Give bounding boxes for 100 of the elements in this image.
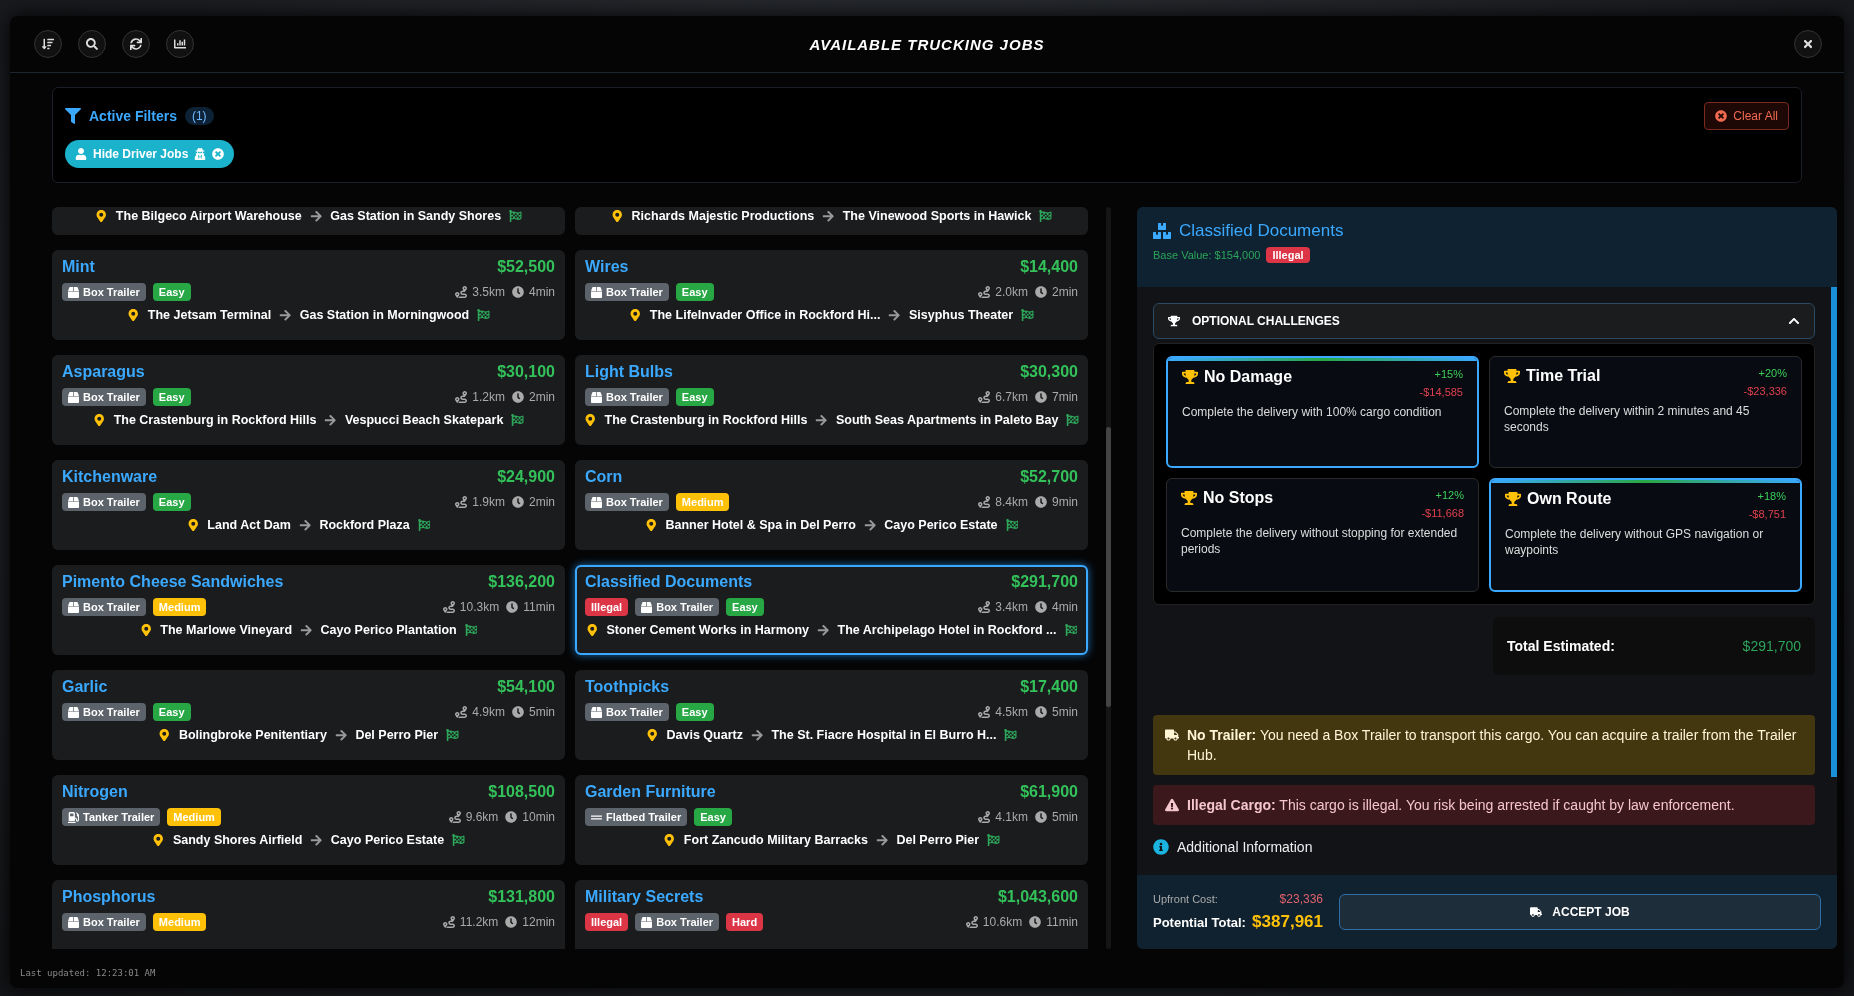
distance: 6.7km — [995, 390, 1028, 404]
job-card[interactable]: Garden Furniture $61,900 Flatbed Trailer Easy 4.1km 5min Fort Zancudo Military Barracks Del Perro Pier — [575, 775, 1088, 865]
job-tag: Box Trailer — [62, 283, 146, 301]
job-name: Garlic — [62, 678, 108, 696]
job-card[interactable]: Military Secrets $1,043,600 Illegal Box Trailer Hard 10.6km 11min — [575, 880, 1088, 949]
job-card[interactable]: Light Bulbs $30,300 Box Trailer Easy 6.7km 7min The Crastenburg in Rockford Hills South Seas Apartments in Paleto Bay — [575, 355, 1088, 445]
job-tag: Easy — [694, 808, 732, 826]
illegal-badge: Illegal — [1266, 247, 1310, 263]
job-price: $291,700 — [1011, 573, 1078, 591]
job-price: $52,500 — [497, 258, 555, 276]
pickup-location: Stoner Cement Works in Harmony — [606, 623, 810, 637]
job-tag: Box Trailer — [62, 388, 146, 406]
job-card[interactable]: Phosphorus $131,800 Box Trailer Medium 11.2km 12min — [52, 880, 565, 949]
potential-label: Potential Total: — [1153, 914, 1246, 930]
job-name: Light Bulbs — [585, 363, 673, 381]
duration: 4min — [1052, 600, 1078, 614]
challenge-card[interactable]: Own Route +18% -$8,751 Complete the delivery without GPS navigation or waypoints — [1489, 478, 1802, 592]
challenges-header[interactable]: OPTIONAL CHALLENGES — [1153, 303, 1815, 339]
last-updated: Last updated: 12:23:01 AM — [20, 968, 156, 978]
pickup-location: The Jetsam Terminal — [147, 308, 272, 322]
job-tag: Box Trailer — [62, 598, 146, 616]
distance: 4.5km — [995, 705, 1028, 719]
pickup-location: The LifeInvader Office in Rockford Hi... — [649, 308, 881, 322]
job-card[interactable]: Corn $52,700 Box Trailer Medium 8.4km 9min Banner Hotel & Spa in Del Perro Cayo Perico Estate — [575, 460, 1088, 550]
job-price: $14,400 — [1020, 258, 1078, 276]
duration: 7min — [1052, 390, 1078, 404]
upfront-label: Upfront Cost: — [1153, 893, 1218, 905]
job-price: $30,100 — [497, 363, 555, 381]
job-tag: Tanker Trailer — [62, 808, 161, 826]
job-tag: Easy — [152, 283, 191, 301]
distance: 8.4km — [995, 495, 1028, 509]
job-card[interactable]: Wires $14,400 Box Trailer Easy 2.0km 2min The LifeInvader Office in Rockford Hi... Sisyphus Theater — [575, 250, 1088, 340]
upfront-value: $23,336 — [1279, 892, 1323, 906]
challenge-name: No Damage — [1204, 368, 1293, 386]
pickup-location: Bolingbroke Penitentiary — [178, 728, 327, 742]
delivery-location: Cayo Perico Estate — [884, 518, 998, 532]
filters-label: Active Filters — [89, 108, 177, 124]
pickup-location: The Crastenburg in Rockford Hills — [604, 413, 808, 427]
job-tag: Box Trailer — [62, 493, 146, 511]
job-tag: Easy — [726, 598, 764, 616]
job-card[interactable]: Classified Documents $291,700 Illegal Box Trailer Easy 3.4km 4min Stoner Cement Works in Harmony The Archipelago Hotel in Rockford ... — [575, 565, 1088, 655]
job-tag: Box Trailer — [585, 493, 669, 511]
distance: 11.2km — [459, 915, 499, 929]
job-tag: Easy — [152, 703, 191, 721]
pickup-location: Davis Quartz — [666, 728, 743, 742]
job-tag: Easy — [675, 703, 714, 721]
challenge-card[interactable]: No Stops +12% -$11,668 Complete the delivery without stopping for extended periods — [1166, 478, 1479, 592]
job-card[interactable]: Pimento Cheese Sandwiches $136,200 Box Trailer Medium 10.3km 11min The Marlowe Vineyard Cayo Perico Plantation — [52, 565, 565, 655]
distance: 9.6km — [465, 810, 499, 824]
distance: 10.3km — [459, 600, 500, 614]
job-card[interactable]: Garlic $54,100 Box Trailer Easy 4.9km 5min Bolingbroke Penitentiary Del Perro Pier — [52, 670, 565, 760]
job-tag: Box Trailer — [635, 598, 720, 616]
job-tag: Box Trailer — [585, 388, 669, 406]
challenge-name: Own Route — [1527, 490, 1612, 508]
delivery-location: Del Perro Pier — [896, 833, 980, 847]
distance: 4.1km — [995, 810, 1028, 824]
job-card[interactable]: Kitchenware $24,900 Box Trailer Easy 1.9km 2min Land Act Dam Rockford Plaza — [52, 460, 565, 550]
duration: 2min — [529, 495, 555, 509]
job-name: Military Secrets — [585, 888, 704, 906]
job-name: Kitchenware — [62, 468, 158, 486]
clear-all-button[interactable]: Clear All — [1704, 102, 1789, 130]
accept-job-button[interactable]: ACCEPT JOB — [1339, 894, 1821, 930]
job-card[interactable]: Toothpicks $17,400 Box Trailer Easy 4.5km 5min Davis Quartz The St. Fiacre Hospital in El Burro H... — [575, 670, 1088, 760]
distance: 10.6km — [982, 915, 1023, 929]
challenge-cost: -$11,668 — [1421, 507, 1464, 519]
job-card[interactable]: Nitrogen $108,500 Tanker Trailer Medium 9.6km 10min Sandy Shores Airfield Cayo Perico Estate — [52, 775, 565, 865]
delivery-location: The Archipelago Hotel in Rockford ... — [837, 623, 1057, 637]
job-tag: Medium — [167, 808, 221, 826]
job-card[interactable]: Mint $52,500 Box Trailer Easy 3.5km 4min The Jetsam Terminal Gas Station in Morningwood — [52, 250, 565, 340]
challenge-description: Complete the delivery with 100% cargo condition — [1182, 404, 1443, 420]
challenge-card[interactable]: No Damage +15% -$14,585 Complete the delivery with 100% cargo condition — [1166, 356, 1479, 468]
job-price: $30,300 — [1020, 363, 1078, 381]
challenge-bonus: +15% — [1434, 368, 1463, 380]
job-card[interactable]: Richards Majestic Productions The Vinewood Sports in Hawick — [575, 207, 1088, 235]
job-name: Classified Documents — [585, 573, 753, 591]
job-card[interactable]: The Bilgeco Airport Warehouse Gas Station in Sandy Shores — [52, 207, 565, 235]
job-tag: Medium — [152, 913, 207, 931]
job-card[interactable]: Asparagus $30,100 Box Trailer Easy 1.2km 2min The Crastenburg in Rockford Hills Vespucci Beach Skatepark — [52, 355, 565, 445]
alert-text: No Trailer: You need a Box Trailer to transport this cargo. You can acquire a trailer from the Trailer Hub. — [1187, 726, 1798, 765]
challenge-card[interactable]: Time Trial +20% -$23,336 Complete the delivery within 2 minutes and 45 seconds — [1489, 356, 1802, 468]
pickup-location: Richards Majestic Productions — [631, 209, 815, 223]
job-price: $52,700 — [1020, 468, 1078, 486]
duration: 4min — [529, 285, 555, 299]
duration: 10min — [522, 810, 555, 824]
job-tag: Easy — [675, 388, 714, 406]
base-value: Base Value: $154,000 — [1153, 249, 1261, 261]
delivery-location: Gas Station in Sandy Shores — [330, 209, 502, 223]
challenge-description: Complete the delivery within 2 minutes and 45 seconds — [1504, 403, 1751, 435]
job-price: $1,043,600 — [997, 888, 1078, 906]
delivery-location: Sisyphus Theater — [908, 308, 1014, 322]
job-tag: Easy — [152, 388, 191, 406]
job-tag: Illegal — [585, 598, 629, 616]
duration: 5min — [1052, 705, 1078, 719]
job-price: $131,800 — [488, 888, 555, 906]
duration: 11min — [523, 600, 555, 614]
job-name: Phosphorus — [62, 888, 156, 906]
job-name: Garden Furniture — [585, 783, 716, 801]
duration: 2min — [529, 390, 555, 404]
job-tag: Medium — [675, 493, 730, 511]
pickup-location: Land Act Dam — [207, 518, 291, 532]
